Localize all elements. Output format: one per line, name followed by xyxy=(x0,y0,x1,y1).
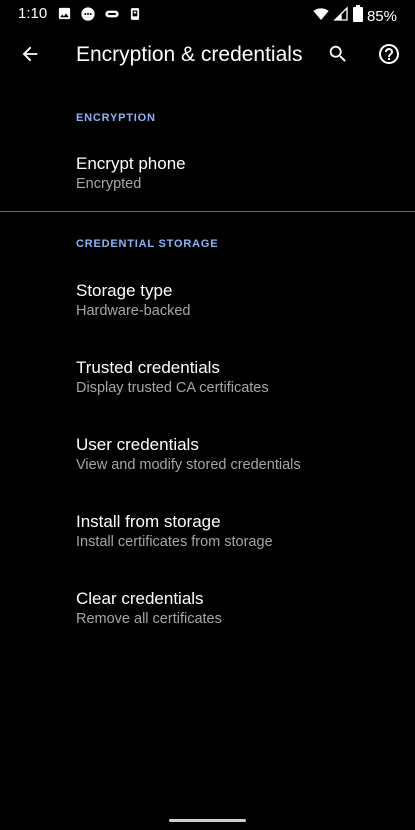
back-button[interactable] xyxy=(14,40,46,72)
cell-signal-icon xyxy=(333,5,349,27)
pref-summary: Hardware-backed xyxy=(76,303,191,319)
section-header-encryption: ENCRYPTION xyxy=(76,112,156,124)
pref-title: Trusted credentials xyxy=(76,358,220,377)
pref-summary: Remove all certificates xyxy=(76,611,222,627)
pref-summary: Encrypted xyxy=(76,176,142,192)
status-right: 85% xyxy=(312,5,397,27)
app-bar: Encryption & credentials xyxy=(0,28,415,84)
image-icon xyxy=(57,6,72,22)
battery-icon xyxy=(352,5,363,27)
voicemail-icon xyxy=(104,6,120,22)
phone-device-icon xyxy=(128,6,142,22)
pref-title: Storage type xyxy=(76,281,173,300)
pref-trusted-credentials[interactable]: Trusted credentials Display trusted CA c… xyxy=(0,358,415,430)
search-button[interactable] xyxy=(322,40,354,72)
status-time: 1:10 xyxy=(18,5,48,22)
page-title: Encryption & credentials xyxy=(76,43,303,66)
pref-encrypt-phone[interactable]: Encrypt phone Encrypted xyxy=(0,154,415,226)
status-bar: 1:10 85% xyxy=(0,0,415,28)
notification-icons xyxy=(57,6,150,22)
pref-install-from-storage[interactable]: Install from storage Install certificate… xyxy=(0,512,415,584)
pref-storage-type[interactable]: Storage type Hardware-backed xyxy=(0,281,415,353)
pref-title: Install from storage xyxy=(76,512,221,531)
battery-percent: 85% xyxy=(366,7,397,25)
pref-user-credentials[interactable]: User credentials View and modify stored … xyxy=(0,435,415,507)
pref-summary: Display trusted CA certificates xyxy=(76,380,269,396)
chat-bubble-icon xyxy=(80,6,96,22)
section-header-credential-storage: CREDENTIAL STORAGE xyxy=(76,238,219,250)
pref-clear-credentials[interactable]: Clear credentials Remove all certificate… xyxy=(0,589,415,661)
gesture-nav-handle[interactable] xyxy=(169,819,246,822)
arrow-back-icon xyxy=(19,43,41,70)
pref-title: Clear credentials xyxy=(76,589,204,608)
wifi-icon xyxy=(312,6,330,27)
section-divider xyxy=(0,211,415,212)
pref-title: User credentials xyxy=(76,435,199,454)
search-icon xyxy=(327,43,349,70)
pref-summary: View and modify stored credentials xyxy=(76,457,301,473)
pref-summary: Install certificates from storage xyxy=(76,534,273,550)
pref-title: Encrypt phone xyxy=(76,154,186,173)
help-circle-icon xyxy=(377,42,401,71)
help-button[interactable] xyxy=(373,40,405,72)
